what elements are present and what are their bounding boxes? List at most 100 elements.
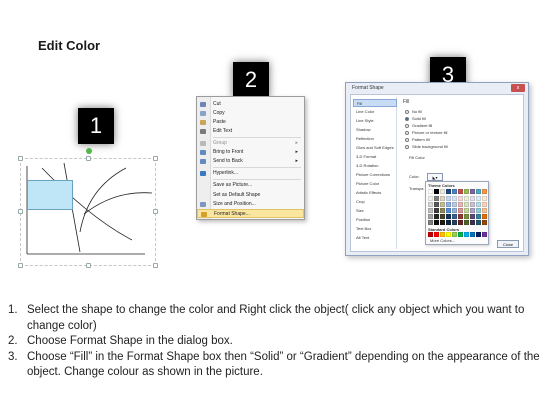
color-swatch[interactable]: [428, 196, 433, 201]
selected-rectangle-shape[interactable]: [27, 180, 73, 210]
color-dropdown-button[interactable]: ◣▾: [427, 173, 443, 181]
color-swatch[interactable]: [482, 208, 487, 213]
color-swatch[interactable]: [470, 189, 475, 194]
menu-item-bring-to-front[interactable]: Bring to Front ▸: [197, 148, 304, 157]
color-swatch[interactable]: [470, 220, 475, 225]
menu-item-edit-text[interactable]: Edit Text: [197, 127, 304, 136]
color-swatch[interactable]: [446, 220, 451, 225]
color-swatch[interactable]: [476, 202, 481, 207]
color-swatch[interactable]: [446, 208, 451, 213]
radio-solid-fill[interactable]: Solid fill: [405, 116, 426, 122]
category-reflection[interactable]: Reflection: [353, 135, 397, 143]
menu-item-save-as-picture[interactable]: Save as Picture...: [197, 181, 304, 190]
color-swatch[interactable]: [440, 214, 445, 219]
color-swatch[interactable]: [482, 220, 487, 225]
menu-item-cut[interactable]: Cut: [197, 100, 304, 109]
color-swatch[interactable]: [428, 220, 433, 225]
color-swatch[interactable]: [464, 189, 469, 194]
color-swatch[interactable]: [446, 202, 451, 207]
color-swatch[interactable]: [440, 220, 445, 225]
color-swatch[interactable]: [446, 196, 451, 201]
color-swatch[interactable]: [482, 189, 487, 194]
color-swatch[interactable]: [434, 232, 439, 237]
color-swatch[interactable]: [446, 214, 451, 219]
color-swatch[interactable]: [452, 196, 457, 201]
color-swatch[interactable]: [434, 189, 439, 194]
close-button[interactable]: Close: [497, 240, 519, 248]
category-3d-rotation[interactable]: 3-D Rotation: [353, 162, 397, 170]
color-swatch[interactable]: [464, 202, 469, 207]
color-swatch[interactable]: [440, 202, 445, 207]
more-colors-option[interactable]: More Colors...: [430, 238, 455, 243]
radio-gradient-fill[interactable]: Gradient fill: [405, 123, 432, 129]
color-swatch[interactable]: [434, 202, 439, 207]
color-swatch[interactable]: [446, 232, 451, 237]
category-crop[interactable]: Crop: [353, 198, 397, 206]
color-swatch[interactable]: [464, 208, 469, 213]
color-swatch[interactable]: [476, 189, 481, 194]
category-3d-format[interactable]: 3-D Format: [353, 153, 397, 161]
color-swatch[interactable]: [452, 232, 457, 237]
color-swatch[interactable]: [452, 220, 457, 225]
color-swatch[interactable]: [476, 232, 481, 237]
color-swatch[interactable]: [452, 202, 457, 207]
color-swatch[interactable]: [458, 189, 463, 194]
color-swatch[interactable]: [482, 202, 487, 207]
color-swatch[interactable]: [458, 208, 463, 213]
category-picture-color[interactable]: Picture Color: [353, 180, 397, 188]
close-icon[interactable]: x: [511, 84, 525, 92]
color-swatch[interactable]: [476, 220, 481, 225]
radio-pattern-fill[interactable]: Pattern fill: [405, 137, 430, 143]
color-swatch[interactable]: [434, 214, 439, 219]
color-swatch[interactable]: [464, 220, 469, 225]
color-swatch[interactable]: [440, 196, 445, 201]
menu-item-hyperlink[interactable]: Hyperlink...: [197, 169, 304, 178]
color-swatch[interactable]: [440, 208, 445, 213]
radio-no-fill[interactable]: No fill: [405, 109, 422, 115]
color-swatch[interactable]: [482, 214, 487, 219]
category-shadow[interactable]: Shadow: [353, 126, 397, 134]
menu-item-copy[interactable]: Copy: [197, 109, 304, 118]
category-position[interactable]: Position: [353, 216, 397, 224]
color-swatch[interactable]: [434, 220, 439, 225]
menu-item-paste[interactable]: Paste: [197, 118, 304, 127]
color-swatch[interactable]: [482, 232, 487, 237]
category-artistic-effects[interactable]: Artistic Effects: [353, 189, 397, 197]
color-swatch[interactable]: [476, 214, 481, 219]
category-fill[interactable]: Fill: [353, 99, 397, 107]
color-swatch[interactable]: [470, 202, 475, 207]
color-swatch[interactable]: [452, 214, 457, 219]
category-text-box[interactable]: Text Box: [353, 225, 397, 233]
category-picture-corrections[interactable]: Picture Corrections: [353, 171, 397, 179]
color-swatch[interactable]: [470, 196, 475, 201]
category-line-color[interactable]: Line Color: [353, 108, 397, 116]
color-swatch[interactable]: [464, 232, 469, 237]
color-swatch[interactable]: [428, 189, 433, 194]
menu-item-send-to-back[interactable]: Send to Back ▸: [197, 157, 304, 166]
color-swatch[interactable]: [428, 232, 433, 237]
color-swatch[interactable]: [470, 232, 475, 237]
color-swatch[interactable]: [458, 214, 463, 219]
color-swatch[interactable]: [458, 220, 463, 225]
color-swatch[interactable]: [476, 196, 481, 201]
color-swatch[interactable]: [428, 202, 433, 207]
menu-item-format-shape[interactable]: Format Shape...: [197, 209, 304, 218]
category-line-style[interactable]: Line Style: [353, 117, 397, 125]
color-swatch[interactable]: [434, 196, 439, 201]
color-swatch[interactable]: [428, 208, 433, 213]
category-size[interactable]: Size: [353, 207, 397, 215]
color-swatch[interactable]: [458, 202, 463, 207]
color-swatch[interactable]: [452, 189, 457, 194]
color-swatch[interactable]: [464, 196, 469, 201]
color-swatch[interactable]: [452, 208, 457, 213]
radio-picture-fill[interactable]: Picture or texture fill: [405, 130, 447, 136]
menu-item-set-default-shape[interactable]: Set as Default Shape: [197, 191, 304, 200]
color-swatch[interactable]: [458, 232, 463, 237]
color-swatch[interactable]: [470, 208, 475, 213]
color-swatch[interactable]: [440, 189, 445, 194]
category-glow[interactable]: Glow and Soft Edges: [353, 144, 397, 152]
menu-item-size-position[interactable]: Size and Position...: [197, 200, 304, 209]
radio-slide-background-fill[interactable]: Slide background fill: [405, 144, 448, 150]
color-swatch[interactable]: [440, 232, 445, 237]
color-swatch[interactable]: [482, 196, 487, 201]
